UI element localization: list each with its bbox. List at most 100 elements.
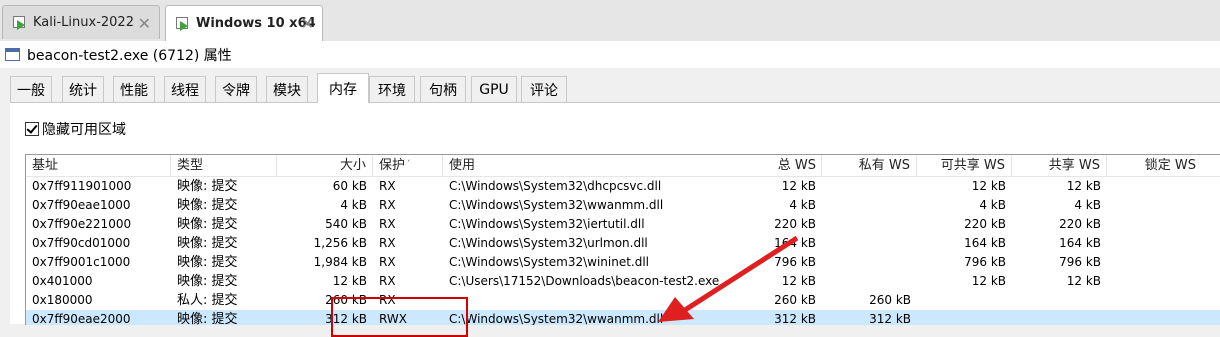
table-row[interactable]: 0x180000 私人: 提交 260 kB RX 260 kB 260 kB: [26, 291, 1220, 310]
cell-use: C:\Windows\System32\wininet.dll: [449, 255, 650, 269]
tab-threads[interactable]: 线程: [164, 76, 206, 102]
cell-private-ws: [822, 234, 917, 253]
table-row[interactable]: 0x401000 映像: 提交 12 kB RX C:\Users\17152\Down…: [26, 272, 1220, 291]
cell-use: C:\Windows\System32\wwanmm.dll: [449, 312, 664, 325]
cell-size: 1,984 kB: [313, 255, 367, 269]
cell-locked-ws: [1107, 291, 1202, 310]
table-header: 基址 类型 大小 保护ˊ 使用 总 WS 私有 WS 可共享 WS 共享 WS …: [26, 155, 1220, 177]
cell-locked-ws: [1107, 215, 1202, 234]
cell-total-ws: 12 kB: [781, 179, 816, 193]
cell-base-address: 0x7ff90e221000: [32, 217, 132, 231]
cell-total-ws: 12 kB: [781, 274, 816, 288]
cell-type: 私人: 提交: [177, 293, 238, 308]
table-row[interactable]: 0x7ff90eae2000 映像: 提交 312 kB RWX C:\Windows\…: [26, 310, 1220, 325]
cell-shareable-ws: 164 kB: [964, 236, 1006, 250]
cell-base-address: 0x401000: [32, 274, 93, 288]
tab-performance[interactable]: 性能: [113, 76, 155, 102]
table-row[interactable]: 0x7ff90e221000 映像: 提交 540 kB RX C:\Windows\S…: [26, 215, 1220, 234]
cell-locked-ws: [1107, 177, 1202, 196]
cell-private-ws: 312 kB: [869, 312, 911, 325]
column-header-size[interactable]: 大小: [277, 155, 373, 176]
cell-shareable-ws: 220 kB: [964, 217, 1006, 231]
cell-base-address: 0x7ff90cd01000: [32, 236, 131, 250]
annotation-highlight-box: [331, 297, 468, 337]
tab-memory[interactable]: 内存: [317, 73, 369, 103]
cell-shareable-ws: [917, 310, 1012, 325]
cell-use: C:\Windows\System32\urlmon.dll: [449, 236, 648, 250]
cell-shared-ws: 796 kB: [1059, 255, 1101, 269]
column-header-type[interactable]: 类型: [171, 155, 277, 176]
vm-icon: [176, 16, 190, 31]
checkbox-label: 隐藏可用区域: [42, 122, 126, 138]
cell-total-ws: 164 kB: [774, 236, 816, 250]
hide-free-regions-checkbox[interactable]: 隐藏可用区域: [25, 119, 126, 139]
cell-size: 12 kB: [332, 274, 367, 288]
window-icon: [5, 48, 20, 61]
cell-protection: RX: [379, 198, 396, 212]
cell-total-ws: 4 kB: [789, 198, 816, 212]
cell-base-address: 0x7ff9001c1000: [32, 255, 131, 269]
cell-shareable-ws: 12 kB: [971, 274, 1006, 288]
cell-type: 映像: 提交: [177, 198, 238, 213]
column-header-base-address[interactable]: 基址: [26, 155, 171, 176]
table-row[interactable]: 0x7ff911901000 映像: 提交 60 kB RX C:\Windows\Sy…: [26, 177, 1220, 196]
vm-icon: [13, 15, 27, 30]
tab-environment[interactable]: 环境: [369, 76, 415, 102]
window-title: beacon-test2.exe (6712) 属性: [27, 47, 232, 64]
cell-size: 4 kB: [340, 198, 367, 212]
cell-shareable-ws: [917, 291, 1012, 310]
table-row[interactable]: 0x7ff90eae1000 映像: 提交 4 kB RX C:\Windows\Sys…: [26, 196, 1220, 215]
cell-protection: RX: [379, 274, 396, 288]
cell-use: C:\Users\17152\Downloads\beacon-test2.ex…: [449, 274, 720, 288]
column-header-total-ws[interactable]: 总 WS: [722, 155, 822, 176]
cell-locked-ws: [1107, 272, 1202, 291]
cell-type: 映像: 提交: [177, 312, 238, 325]
cell-shared-ws: 12 kB: [1066, 179, 1101, 193]
cell-type: 映像: 提交: [177, 217, 238, 232]
column-header-shared-ws[interactable]: 共享 WS: [1012, 155, 1107, 176]
close-icon[interactable]: ✕: [138, 14, 151, 33]
table-row[interactable]: 0x7ff9001c1000 映像: 提交 1,984 kB RX C:\Windows…: [26, 253, 1220, 272]
checkbox-checked-icon[interactable]: [25, 122, 39, 136]
tab-general[interactable]: 一般: [10, 76, 52, 102]
vm-tab-label: Windows 10 x64: [196, 16, 316, 31]
cell-base-address: 0x7ff90eae2000: [32, 312, 131, 325]
table-row[interactable]: 0x7ff90cd01000 映像: 提交 1,256 kB RX C:\Windows…: [26, 234, 1220, 253]
tab-modules[interactable]: 模块: [266, 76, 308, 102]
tab-token[interactable]: 令牌: [215, 76, 257, 102]
vm-tab-windows10[interactable]: Windows 10 x64 ✕: [165, 5, 323, 41]
vm-tab-label: Kali-Linux-2022: [33, 15, 134, 30]
cell-total-ws: 796 kB: [774, 255, 816, 269]
column-header-locked-ws[interactable]: 锁定 WS: [1107, 155, 1202, 176]
cell-private-ws: [822, 215, 917, 234]
cell-total-ws: 220 kB: [774, 217, 816, 231]
cell-locked-ws: [1107, 234, 1202, 253]
cell-private-ws: 260 kB: [869, 293, 911, 307]
cell-total-ws: 312 kB: [774, 312, 816, 325]
cell-protection: RX: [379, 236, 396, 250]
cell-total-ws: 260 kB: [774, 293, 816, 307]
cell-base-address: 0x7ff90eae1000: [32, 198, 131, 212]
tab-comment[interactable]: 评论: [521, 76, 567, 102]
cell-locked-ws: [1107, 253, 1202, 272]
vm-tab-kali[interactable]: Kali-Linux-2022 ✕: [2, 5, 160, 39]
cell-shared-ws: 164 kB: [1059, 236, 1101, 250]
vm-tab-strip: Kali-Linux-2022 ✕ Windows 10 x64 ✕: [0, 0, 1220, 42]
column-header-protection[interactable]: 保护ˊ: [373, 155, 443, 176]
tab-statistics[interactable]: 统计: [62, 76, 104, 102]
sort-indicator-icon: ˊ: [406, 160, 411, 170]
tab-gpu[interactable]: GPU: [471, 76, 517, 102]
cell-protection: RX: [379, 179, 396, 193]
column-header-shareable-ws[interactable]: 可共享 WS: [917, 155, 1012, 176]
cell-use: C:\Windows\System32\dhcpcsvc.dll: [449, 179, 662, 193]
cell-shared-ws: [1012, 291, 1107, 310]
column-header-private-ws[interactable]: 私有 WS: [822, 155, 917, 176]
cell-private-ws: [822, 272, 917, 291]
cell-private-ws: [822, 177, 917, 196]
cell-base-address: 0x7ff911901000: [32, 179, 132, 193]
close-icon[interactable]: ✕: [301, 14, 314, 33]
cell-shareable-ws: 4 kB: [979, 198, 1006, 212]
tab-handles[interactable]: 句柄: [420, 76, 466, 102]
cell-private-ws: [822, 196, 917, 215]
cell-private-ws: [822, 253, 917, 272]
